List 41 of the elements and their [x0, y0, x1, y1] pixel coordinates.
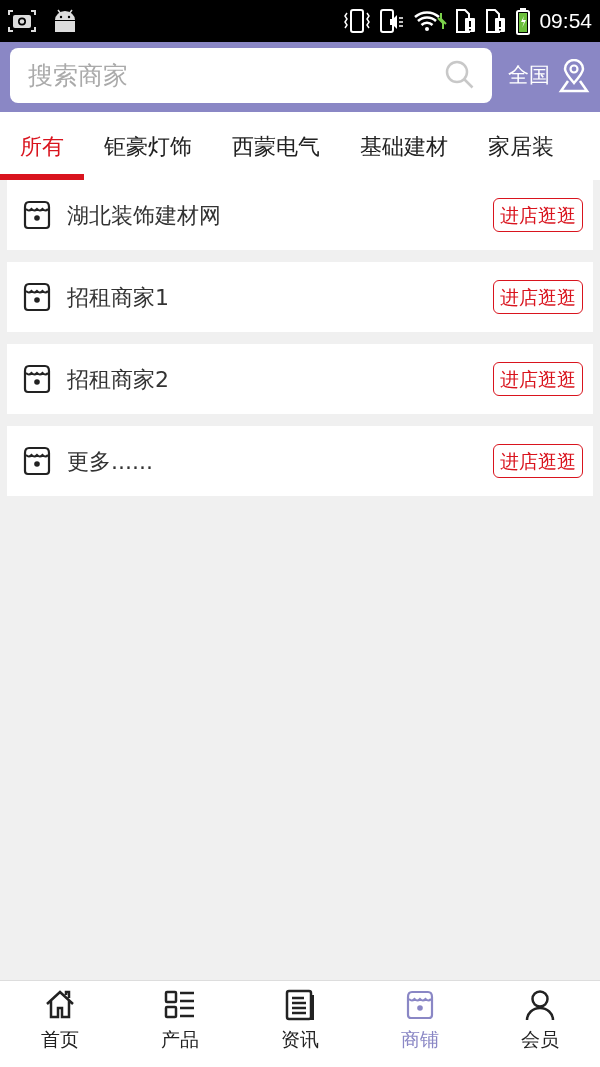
- enter-shop-button[interactable]: 进店逛逛: [493, 361, 583, 397]
- nav-tab[interactable]: 产品: [120, 981, 240, 1067]
- shop-name: 湖北装饰建材网: [67, 201, 222, 230]
- storefront-icon: [21, 363, 53, 395]
- shop-row[interactable]: 更多...... 进店逛逛: [7, 426, 593, 496]
- home-icon: [44, 989, 76, 1021]
- category-tab[interactable]: 家居装: [468, 112, 574, 180]
- category-tab[interactable]: 钜豪灯饰: [84, 112, 212, 180]
- wifi-icon: [413, 9, 448, 33]
- nav-tab[interactable]: 首页: [0, 981, 120, 1067]
- phone-speaker-icon: [379, 8, 406, 34]
- search-icon[interactable]: [444, 59, 476, 91]
- enter-shop-button[interactable]: 进店逛逛: [493, 443, 583, 479]
- enter-shop-button[interactable]: 进店逛逛: [493, 197, 583, 233]
- storefront-icon: [21, 199, 53, 231]
- vibrate-icon: [343, 8, 372, 34]
- person-icon: [524, 989, 556, 1021]
- storefront-icon: [404, 989, 436, 1021]
- android-icon: [52, 9, 78, 33]
- grid-list-icon: [164, 989, 196, 1021]
- storefront-icon: [21, 281, 53, 313]
- shop-name: 更多......: [67, 447, 154, 476]
- category-tab[interactable]: 基础建材: [340, 112, 468, 180]
- nav-tab[interactable]: 资讯: [240, 981, 360, 1067]
- category-tab[interactable]: 西蒙电气: [212, 112, 340, 180]
- status-time: 09:54: [539, 8, 592, 35]
- shop-row[interactable]: 招租商家2 进店逛逛: [7, 344, 593, 414]
- sim-alert-icon: [485, 8, 508, 34]
- nav-tab[interactable]: 会员: [480, 981, 600, 1067]
- sim-alert-icon: [455, 8, 478, 34]
- camera-icon: [8, 9, 36, 33]
- shop-name: 招租商家2: [67, 365, 170, 394]
- newspaper-icon: [284, 989, 316, 1021]
- shop-name: 招租商家1: [67, 283, 170, 312]
- location-pin-icon[interactable]: [558, 58, 590, 93]
- shop-row[interactable]: 招租商家1 进店逛逛: [7, 262, 593, 332]
- shop-row[interactable]: 湖北装饰建材网 进店逛逛: [7, 180, 593, 250]
- enter-shop-button[interactable]: 进店逛逛: [493, 279, 583, 315]
- battery-icon: [515, 7, 532, 35]
- storefront-icon: [21, 445, 53, 477]
- search-field[interactable]: 搜索商家: [10, 48, 492, 103]
